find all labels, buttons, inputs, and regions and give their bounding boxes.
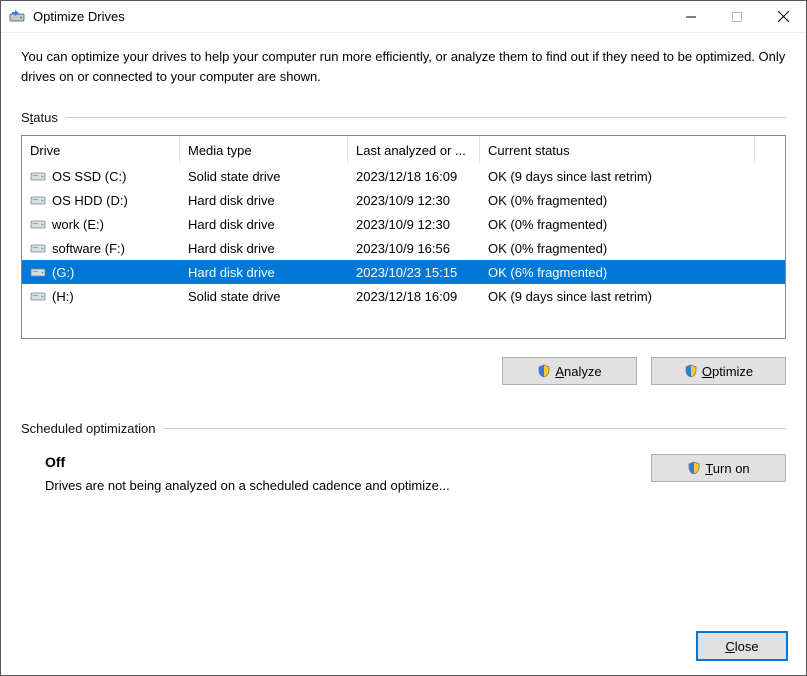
table-header: Drive Media type Last analyzed or ... Cu… [22, 136, 785, 164]
cell-last: 2023/10/23 15:15 [348, 265, 480, 280]
cell-last: 2023/10/9 12:30 [348, 217, 480, 232]
close-window-button[interactable] [760, 1, 806, 32]
drive-icon [30, 289, 46, 303]
col-status[interactable]: Current status [480, 136, 755, 164]
scheduled-description: Drives are not being analyzed on a sched… [45, 478, 631, 493]
window-controls [668, 1, 806, 32]
status-label-text: Status [21, 110, 58, 125]
drive-name: (H:) [52, 289, 74, 304]
cell-drive: (H:) [22, 289, 180, 304]
table-row[interactable]: work (E:) Hard disk drive 2023/10/9 12:3… [22, 212, 785, 236]
turn-on-label: Turn on [705, 461, 749, 476]
cell-last: 2023/10/9 12:30 [348, 193, 480, 208]
scheduled-section-label: Scheduled optimization [21, 421, 786, 436]
drive-icon [30, 217, 46, 231]
drive-icon [30, 169, 46, 183]
drive-icon [30, 193, 46, 207]
col-last[interactable]: Last analyzed or ... [348, 136, 480, 164]
cell-last: 2023/10/9 16:56 [348, 241, 480, 256]
cell-drive: work (E:) [22, 217, 180, 232]
cell-last: 2023/12/18 16:09 [348, 169, 480, 184]
optimize-label: Optimize [702, 364, 753, 379]
minimize-button[interactable] [668, 1, 714, 32]
cell-drive: software (F:) [22, 241, 180, 256]
cell-status: OK (0% fragmented) [480, 193, 755, 208]
table-row[interactable]: OS HDD (D:) Hard disk drive 2023/10/9 12… [22, 188, 785, 212]
cell-status: OK (6% fragmented) [480, 265, 755, 280]
intro-text: You can optimize your drives to help you… [21, 47, 786, 86]
table-row[interactable]: (H:) Solid state drive 2023/12/18 16:09 … [22, 284, 785, 308]
turn-on-button[interactable]: Turn on [651, 454, 786, 482]
app-icon [9, 9, 25, 25]
cell-media: Hard disk drive [180, 193, 348, 208]
col-drive[interactable]: Drive [22, 136, 180, 164]
table-row[interactable]: (G:) Hard disk drive 2023/10/23 15:15 OK… [22, 260, 785, 284]
maximize-button [714, 1, 760, 32]
cell-status: OK (9 days since last retrim) [480, 289, 755, 304]
close-label: Close [725, 639, 758, 654]
drive-name: work (E:) [52, 217, 104, 232]
cell-drive: OS HDD (D:) [22, 193, 180, 208]
titlebar: Optimize Drives [1, 1, 806, 33]
shield-icon [687, 461, 701, 475]
cell-status: OK (0% fragmented) [480, 241, 755, 256]
drive-name: OS HDD (D:) [52, 193, 128, 208]
cell-status: OK (0% fragmented) [480, 217, 755, 232]
table-row[interactable]: software (F:) Hard disk drive 2023/10/9 … [22, 236, 785, 260]
analyze-label: Analyze [555, 364, 601, 379]
cell-media: Hard disk drive [180, 265, 348, 280]
cell-last: 2023/12/18 16:09 [348, 289, 480, 304]
table-body: OS SSD (C:) Solid state drive 2023/12/18… [22, 164, 785, 308]
cell-media: Hard disk drive [180, 241, 348, 256]
shield-icon [684, 364, 698, 378]
optimize-button[interactable]: Optimize [651, 357, 786, 385]
cell-media: Solid state drive [180, 169, 348, 184]
table-row[interactable]: OS SSD (C:) Solid state drive 2023/12/18… [22, 164, 785, 188]
drive-name: (G:) [52, 265, 74, 280]
window-title: Optimize Drives [33, 9, 668, 24]
cell-drive: (G:) [22, 265, 180, 280]
scheduled-status: Off [45, 454, 631, 470]
cell-media: Hard disk drive [180, 217, 348, 232]
analyze-button[interactable]: Analyze [502, 357, 637, 385]
scheduled-label-text: Scheduled optimization [21, 421, 155, 436]
shield-icon [537, 364, 551, 378]
close-button[interactable]: Close [697, 632, 787, 660]
col-media[interactable]: Media type [180, 136, 348, 164]
col-spacer [755, 136, 785, 164]
cell-media: Solid state drive [180, 289, 348, 304]
cell-drive: OS SSD (C:) [22, 169, 180, 184]
drive-icon [30, 265, 46, 279]
drive-name: OS SSD (C:) [52, 169, 126, 184]
drive-table[interactable]: Drive Media type Last analyzed or ... Cu… [21, 135, 786, 339]
cell-status: OK (9 days since last retrim) [480, 169, 755, 184]
status-section-label: Status [21, 110, 786, 125]
drive-name: software (F:) [52, 241, 125, 256]
drive-icon [30, 241, 46, 255]
